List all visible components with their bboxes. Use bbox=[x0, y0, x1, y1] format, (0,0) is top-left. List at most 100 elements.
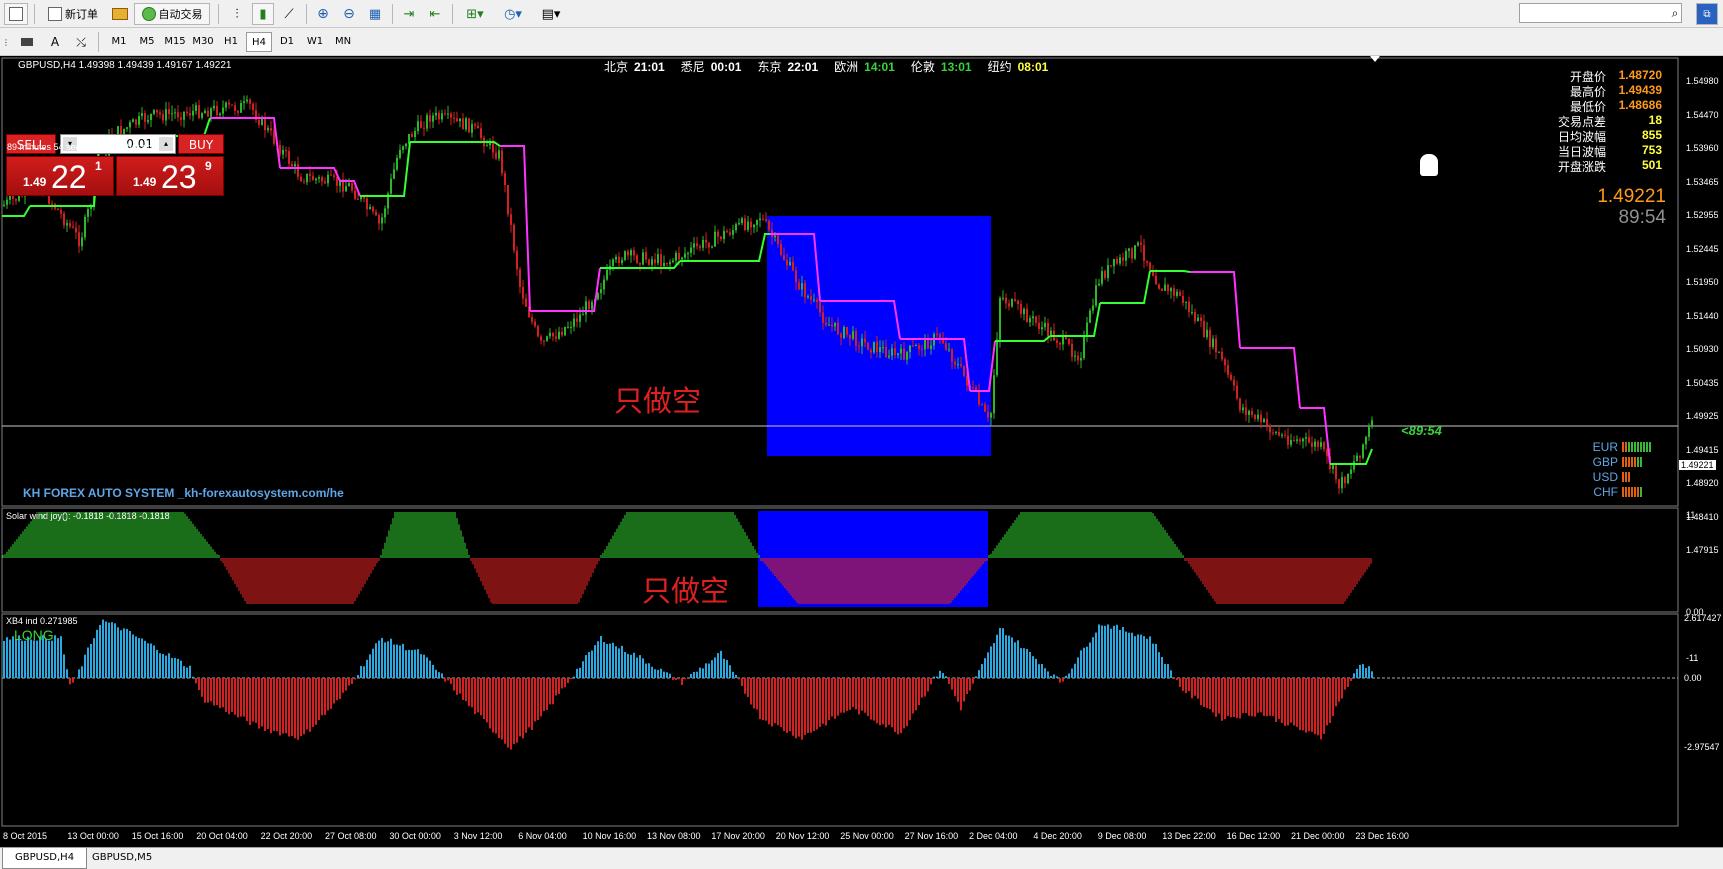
candle-body bbox=[1254, 414, 1256, 419]
rectangle-tool[interactable] bbox=[16, 31, 38, 53]
tab-gbpusd-h4[interactable]: GBPUSD,H4 bbox=[2, 848, 88, 869]
timeframe-m1[interactable]: M1 bbox=[106, 32, 132, 52]
candle-body bbox=[330, 174, 332, 176]
indicator2-bar bbox=[168, 653, 170, 678]
indicator2-bar bbox=[435, 669, 437, 678]
indicator2-bar bbox=[438, 672, 440, 678]
candle-body bbox=[189, 113, 191, 116]
zoom-out-button[interactable]: ⊖ bbox=[338, 3, 360, 25]
candlestick-button[interactable]: ▮ bbox=[252, 3, 274, 25]
candle-body bbox=[516, 250, 518, 270]
timeframe-h1[interactable]: H1 bbox=[218, 32, 244, 52]
new-order-button[interactable]: 新订单 bbox=[40, 3, 106, 25]
candle-body bbox=[939, 334, 941, 338]
indicator2-bar bbox=[855, 678, 857, 710]
indicator2-bar bbox=[1236, 678, 1238, 718]
candle-body bbox=[168, 109, 170, 115]
indicator2-bar bbox=[666, 672, 668, 678]
price-axis-label: 1.49415 bbox=[1686, 444, 1719, 455]
indicator2-bar bbox=[1095, 632, 1097, 678]
window-control-icon[interactable]: ⧉ bbox=[1696, 3, 1718, 25]
sell-price-pips: 22 bbox=[51, 159, 87, 195]
timeframe-w1[interactable]: W1 bbox=[302, 32, 328, 52]
indicator2-bar bbox=[795, 678, 797, 739]
indicator2-bar bbox=[702, 668, 704, 678]
chart-shift-button[interactable]: ⇥ bbox=[398, 3, 420, 25]
currency-strength-bars bbox=[1622, 457, 1642, 467]
timeframe-h4[interactable]: H4 bbox=[246, 32, 272, 52]
text-tool[interactable]: A bbox=[44, 31, 66, 53]
candle-body bbox=[474, 124, 476, 126]
indicator2-bar bbox=[324, 678, 326, 715]
zoom-in-button[interactable]: ⊕ bbox=[312, 3, 334, 25]
candle-body bbox=[909, 345, 911, 353]
brand-text: KH FOREX AUTO SYSTEM _kh-forexautosystem… bbox=[23, 486, 344, 500]
indicator2-bar bbox=[1098, 624, 1100, 678]
timeframe-mn[interactable]: MN bbox=[330, 32, 356, 52]
search-icon[interactable]: ⌕ bbox=[1668, 4, 1682, 22]
indicator2-bar bbox=[1242, 678, 1244, 713]
indicator2-bar bbox=[825, 678, 827, 726]
auto-trading-label: 自动交易 bbox=[158, 8, 203, 21]
periods-button[interactable]: ◷▾ bbox=[496, 3, 530, 25]
timeframe-m30[interactable]: M30 bbox=[190, 32, 216, 52]
indicator2-bar bbox=[69, 678, 71, 685]
candle-body bbox=[867, 342, 869, 350]
candle-body bbox=[504, 173, 506, 185]
indicator2-bar bbox=[99, 624, 101, 678]
candle-body bbox=[936, 334, 938, 336]
candle-body bbox=[663, 262, 665, 267]
candle-body bbox=[777, 235, 779, 244]
indicator2-bar bbox=[846, 678, 848, 712]
auto-trading-button[interactable]: 自动交易 bbox=[134, 3, 210, 25]
indicator2-bar bbox=[396, 644, 398, 678]
indicator2-bar bbox=[705, 663, 707, 678]
indicator2-bar bbox=[639, 655, 641, 678]
indicator2-bar bbox=[1215, 678, 1217, 717]
indicator2-bar bbox=[147, 643, 149, 678]
candle-body bbox=[1119, 257, 1121, 264]
candle-body bbox=[1137, 242, 1139, 246]
buy-button[interactable]: BUY bbox=[178, 134, 224, 154]
candle-body bbox=[1362, 444, 1364, 458]
candle-body bbox=[1308, 437, 1310, 443]
auto-scroll-button[interactable]: ⇤ bbox=[424, 3, 446, 25]
candle-body bbox=[477, 125, 479, 129]
candle-body bbox=[786, 260, 788, 266]
lot-increase-icon[interactable]: ▴ bbox=[159, 137, 173, 151]
indicator2-bar bbox=[1137, 634, 1139, 678]
timeframe-m5[interactable]: M5 bbox=[134, 32, 160, 52]
candle-body bbox=[447, 113, 449, 115]
timeframe-d1[interactable]: D1 bbox=[274, 32, 300, 52]
indicator2-bar bbox=[1287, 678, 1289, 726]
new-order-icon bbox=[48, 7, 62, 21]
candle-body bbox=[1305, 437, 1307, 439]
line-chart-button[interactable]: ⟋ bbox=[278, 3, 300, 25]
chart-window[interactable]: GBPUSD,H4 1.49398 1.49439 1.49167 1.4922… bbox=[0, 56, 1723, 847]
tab-gbpusd-m5[interactable]: GBPUSD,M5 bbox=[80, 848, 164, 868]
candle-body bbox=[606, 269, 608, 280]
indicator2-bar bbox=[429, 660, 431, 678]
indicator2-bar bbox=[1326, 678, 1328, 726]
indicator2-bar bbox=[285, 678, 287, 734]
tile-windows-button[interactable]: ▦ bbox=[364, 3, 386, 25]
short-only-annotation-indicator: 只做空 bbox=[642, 574, 730, 608]
price-axis-label: 1.51950 bbox=[1686, 277, 1719, 287]
buy-price-button[interactable]: 1.49 23 9 bbox=[116, 156, 224, 196]
indicator2-bar bbox=[549, 678, 551, 705]
indicator2-bar bbox=[861, 678, 863, 711]
sell-price-button[interactable]: 1.49 22 1 bbox=[6, 156, 114, 196]
sell-price-prefix: 1.49 bbox=[23, 175, 47, 189]
fibonacci-tool[interactable]: ⤯ bbox=[70, 31, 92, 53]
indicators-button[interactable]: ⊞▾ bbox=[458, 3, 492, 25]
indicator2-bar bbox=[249, 678, 251, 726]
history-button[interactable] bbox=[110, 3, 130, 25]
candle-body bbox=[1131, 248, 1133, 259]
templates-button[interactable]: ▤▾ bbox=[534, 3, 568, 25]
indicator2-bar bbox=[456, 678, 458, 695]
indicator2-bar bbox=[1323, 678, 1325, 734]
profiles-button[interactable] bbox=[4, 3, 28, 25]
search-input[interactable] bbox=[1519, 3, 1682, 23]
timeframe-m15[interactable]: M15 bbox=[162, 32, 188, 52]
bar-chart-button[interactable]: ⫶ bbox=[226, 3, 248, 25]
